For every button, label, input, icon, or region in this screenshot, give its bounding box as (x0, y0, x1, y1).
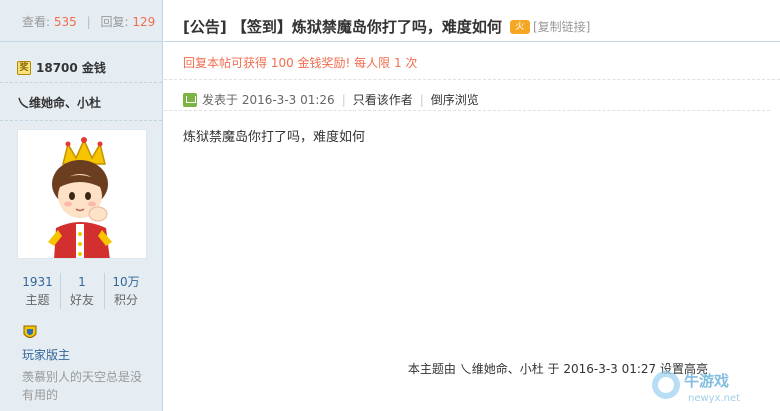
meta-divider: | (419, 92, 424, 107)
replies-label: 回复: (100, 15, 129, 29)
stat-friends[interactable]: 1 好友 (59, 273, 104, 309)
post-meta: 发表于 2016-3-3 01:26 | 只看该作者 | 倒序浏览 (164, 80, 770, 111)
coin-icon: 奖 (17, 60, 31, 75)
views-label: 查看: (22, 15, 51, 29)
stats-divider: | (86, 15, 91, 29)
stat-friends-label: 好友 (69, 293, 94, 307)
author-name[interactable]: 乀维她命、小杜 (0, 83, 162, 121)
moderator-badge-icon (23, 325, 37, 338)
stat-friends-value: 1 (78, 275, 86, 289)
stat-points[interactable]: 10万 积分 (103, 273, 148, 309)
stat-topics-label: 主题 (25, 293, 50, 307)
thread-stats: 查看: 535 | 回复: 129 (0, 0, 162, 42)
avatar[interactable] (17, 129, 147, 259)
hot-icon: 火 (509, 19, 530, 34)
post-date: 发表于 2016-3-3 01:26 (202, 93, 335, 107)
site-watermark-logo: 牛游戏 newyx.net (652, 371, 740, 404)
thread-title: [公告] 【签到】炼狱禁魔岛你打了吗，难度如何 (183, 18, 502, 36)
post-status-icon (183, 92, 197, 107)
user-rank[interactable]: 玩家版主 (22, 346, 70, 363)
watermark-url: newyx.net (688, 393, 740, 404)
prince-avatar-illustration (48, 137, 112, 258)
author-sidebar: 查看: 535 | 回复: 129 奖 18700 金钱 乀维她命、小杜 193… (0, 0, 163, 411)
stat-points-value: 10万 (112, 275, 140, 289)
meta-divider: | (341, 92, 346, 107)
replies-count: 129 (132, 15, 156, 29)
gold-amount: 18700 金钱 (36, 61, 106, 75)
thread-header: [公告] 【签到】炼狱禁魔岛你打了吗，难度如何 火 [复制链接] (164, 0, 780, 42)
gold-reward: 奖 18700 金钱 (0, 42, 162, 83)
post-main: [公告] 【签到】炼狱禁魔岛你打了吗，难度如何 火 [复制链接] 回复本帖可获得… (164, 0, 780, 411)
stat-topics[interactable]: 1931 主题 (16, 273, 60, 309)
views-count: 535 (53, 15, 77, 29)
user-signature: 羡慕别人的天空总是没有用的 (22, 370, 143, 402)
stat-topics-value: 1931 (22, 275, 53, 289)
user-stats: 1931 主题 1 好友 10万 积分 (0, 273, 163, 309)
reward-notice: 回复本帖可获得 100 金钱奖励! 每人限 1 次 (164, 42, 780, 80)
only-author-link[interactable]: 只看该作者 (353, 91, 413, 108)
stat-points-label: 积分 (113, 293, 138, 307)
watermark-text: 牛游戏 (684, 372, 729, 390)
copy-link-button[interactable]: [复制链接] (533, 18, 590, 35)
reverse-order-link[interactable]: 倒序浏览 (431, 91, 479, 108)
post-body: 炼狱禁魔岛你打了吗，难度如何 (183, 130, 366, 145)
